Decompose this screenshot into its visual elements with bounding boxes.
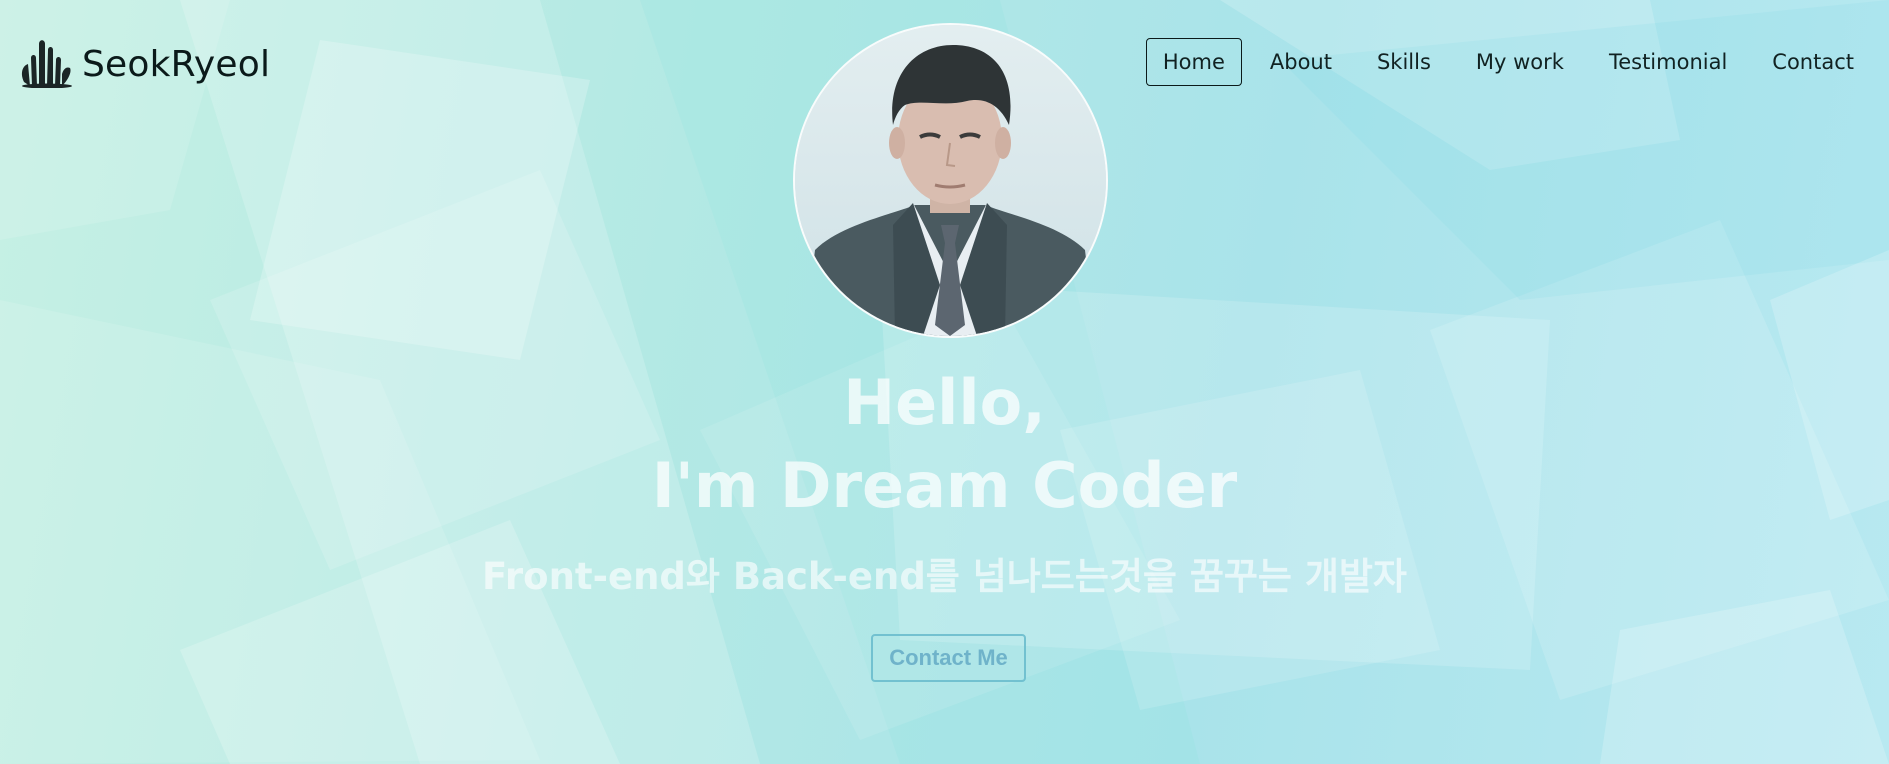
- brand-logo[interactable]: SeokRyeol: [18, 36, 270, 92]
- nav-item-testimonial[interactable]: Testimonial: [1592, 38, 1744, 86]
- nav-item-skills[interactable]: Skills: [1360, 38, 1448, 86]
- hero-description: Front-end와 Back-end를 넘나드는것을 꿈꾸는 개발자: [482, 555, 1407, 598]
- nav-item-about[interactable]: About: [1253, 38, 1349, 86]
- nav-item-my-work[interactable]: My work: [1459, 38, 1581, 86]
- nav-menu: Home About Skills My work Testimonial Co…: [1145, 38, 1871, 86]
- nav-item-home[interactable]: Home: [1145, 38, 1242, 86]
- hero-greeting: Hello,: [843, 366, 1046, 439]
- brand-title: SeokRyeol: [82, 43, 271, 85]
- navbar: SeokRyeol Home About Skills My work Test…: [0, 0, 1889, 120]
- contact-me-button[interactable]: Contact Me: [871, 634, 1026, 682]
- hero-name: I'm Dream Coder: [651, 449, 1238, 522]
- hand-logo-icon: [18, 36, 76, 92]
- nav-item-contact[interactable]: Contact: [1755, 38, 1871, 86]
